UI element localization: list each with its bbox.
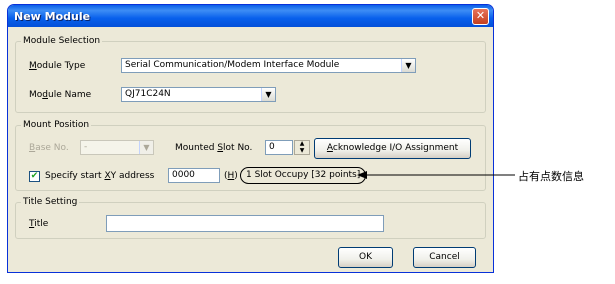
- title-bar[interactable]: New Module ✕: [8, 5, 493, 27]
- specify-xy-label[interactable]: Specify start XY address: [45, 171, 154, 181]
- new-module-dialog: New Module ✕ Module Selection Module Typ…: [7, 4, 494, 273]
- window-title: New Module: [14, 10, 91, 23]
- start-xy-address-input[interactable]: 0000: [168, 168, 220, 183]
- mounted-slot-label: Mounted Slot No.: [175, 143, 253, 153]
- module-type-label: Module Type: [29, 61, 86, 71]
- title-label: Title: [29, 219, 49, 229]
- base-no-value: -: [84, 142, 88, 152]
- spin-down-icon[interactable]: ▼: [295, 148, 309, 154]
- mounted-slot-value: 0: [269, 142, 275, 152]
- module-selection-legend: Module Selection: [23, 36, 101, 46]
- slot-occupy-info: 1 Slot Occupy [32 points]: [240, 167, 367, 184]
- mounted-slot-spinner[interactable]: ▲ ▼: [294, 140, 310, 155]
- module-type-value: Serial Communication/Modem Interface Mod…: [125, 60, 340, 70]
- base-no-dropdown-icon[interactable]: ▼: [139, 141, 153, 154]
- mount-position-legend: Mount Position: [23, 120, 90, 130]
- title-input[interactable]: [106, 215, 384, 232]
- module-type-select[interactable]: Serial Communication/Modem Interface Mod…: [121, 58, 416, 73]
- acknowledge-io-assignment-button[interactable]: Acknowledge I/O Assignment: [314, 138, 471, 159]
- module-name-dropdown-icon[interactable]: ▼: [261, 88, 275, 101]
- occupied-points-annotation: 占有点数信息: [518, 170, 584, 183]
- module-name-value: QJ71C24N: [125, 89, 171, 99]
- ok-button[interactable]: OK: [338, 247, 393, 268]
- base-no-select[interactable]: - ▼: [80, 140, 154, 155]
- module-name-label: Module Name: [29, 90, 92, 100]
- module-type-dropdown-icon[interactable]: ▼: [401, 59, 415, 72]
- mounted-slot-input[interactable]: 0: [265, 140, 293, 155]
- specify-xy-checkbox[interactable]: ✔: [29, 171, 40, 182]
- cancel-button[interactable]: Cancel: [413, 247, 476, 268]
- start-xy-address-value: 0000: [172, 170, 195, 180]
- module-name-select[interactable]: QJ71C24N ▼: [121, 87, 276, 102]
- close-button[interactable]: ✕: [472, 8, 489, 25]
- base-no-label: Base No.: [29, 143, 69, 153]
- title-setting-legend: Title Setting: [23, 197, 78, 207]
- hex-suffix-label: (H): [224, 171, 238, 181]
